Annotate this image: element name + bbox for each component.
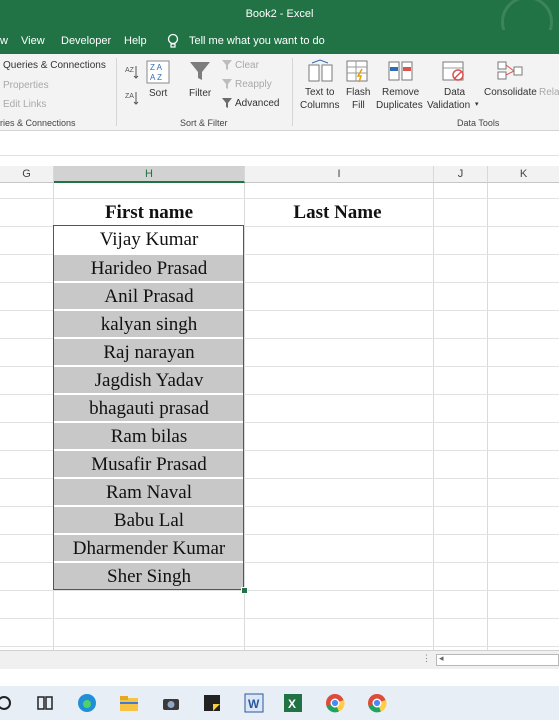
window-title: Book2 - Excel	[245, 8, 314, 20]
first-name-cell[interactable]: Jagdish Yadav	[54, 366, 244, 393]
first-name-cell[interactable]: Vijay Kumar	[54, 226, 244, 253]
tab-split-handle-icon[interactable]: ⋮	[422, 653, 431, 664]
grid-line	[0, 618, 559, 619]
filter-label[interactable]: Filter	[189, 88, 211, 99]
first-name-cell[interactable]: Raj narayan	[54, 338, 244, 365]
relationships-label[interactable]: Relat	[539, 87, 559, 98]
sort-label[interactable]: Sort	[149, 88, 167, 99]
advanced-button[interactable]: Advanced	[235, 98, 279, 109]
svg-text:A Z: A Z	[150, 73, 162, 82]
consolidate-icon[interactable]	[497, 59, 523, 86]
svg-text:AZ: AZ	[125, 67, 135, 74]
filter-funnel-icon[interactable]	[189, 60, 211, 85]
camera-app-icon[interactable]	[160, 692, 182, 714]
ribbon-separator	[292, 58, 293, 126]
formula-bar-area[interactable]	[0, 131, 559, 165]
column-header-k[interactable]: K	[488, 166, 559, 183]
column-header-h[interactable]: H	[54, 166, 245, 183]
lightbulb-icon	[166, 33, 180, 52]
divider	[0, 155, 559, 156]
advanced-filter-icon[interactable]	[222, 98, 233, 112]
reapply-button[interactable]: Reapply	[235, 79, 272, 90]
data-validation-label-2[interactable]: Validation	[427, 100, 470, 111]
sort-az-icon[interactable]: AZ	[125, 64, 139, 83]
first-name-cell[interactable]: Dharmender Kumar	[54, 534, 244, 561]
scroll-left-icon[interactable]: ◂	[439, 653, 444, 664]
text-to-columns-icon[interactable]	[308, 59, 334, 86]
text-to-columns-label-2[interactable]: Columns	[300, 100, 339, 111]
flash-fill-icon[interactable]	[346, 59, 370, 86]
first-name-cell[interactable]: Ram bilas	[54, 422, 244, 449]
taskbar: W X	[0, 686, 559, 720]
sheet-scroll-area: ⋮ ◂	[0, 650, 559, 669]
tab-help[interactable]: Help	[124, 35, 147, 47]
tell-me-search[interactable]: Tell me what you want to do	[189, 35, 325, 47]
data-validation-label-1[interactable]: Data	[444, 87, 465, 98]
svg-text:ZA: ZA	[125, 93, 134, 100]
tab-view-partial[interactable]: w	[0, 35, 8, 47]
properties-button[interactable]: Properties	[3, 80, 49, 91]
sort-za-icon[interactable]: ZA	[125, 90, 139, 109]
text-to-columns-label-1[interactable]: Text to	[305, 87, 334, 98]
ribbon-separator	[116, 58, 117, 126]
fill-handle[interactable]	[241, 587, 248, 594]
word-icon[interactable]: W	[243, 692, 265, 714]
first-name-header[interactable]: First name	[54, 202, 244, 224]
ribbon: Queries & Connections Properties Edit Li…	[0, 54, 559, 131]
flash-fill-label-1[interactable]: Flash	[346, 87, 370, 98]
clear-filter-icon[interactable]	[222, 60, 233, 74]
flash-fill-label-2[interactable]: Fill	[352, 100, 365, 111]
chrome-icon[interactable]	[324, 692, 346, 714]
svg-text:Z A: Z A	[150, 63, 163, 72]
grid-line	[0, 590, 559, 591]
search-circle-icon[interactable]	[0, 692, 18, 714]
first-name-cell[interactable]: Sher Singh	[54, 562, 244, 589]
grid-line	[0, 198, 559, 199]
edit-links-button[interactable]: Edit Links	[3, 99, 46, 110]
file-explorer-icon[interactable]	[118, 692, 140, 714]
column-header-i[interactable]: I	[245, 166, 434, 183]
first-name-cell[interactable]: Babu Lal	[54, 506, 244, 533]
remove-duplicates-label-2[interactable]: Duplicates	[376, 100, 423, 111]
remove-duplicates-icon[interactable]	[388, 59, 414, 86]
consolidate-label[interactable]: Consolidate	[484, 87, 537, 98]
column-header-g[interactable]: G	[0, 166, 54, 183]
sort-dialog-icon[interactable]: Z AA Z	[146, 60, 170, 87]
chevron-down-icon[interactable]: ▾	[475, 100, 479, 108]
svg-text:X: X	[288, 697, 296, 711]
first-name-cell[interactable]: Anil Prasad	[54, 282, 244, 309]
column-header-j[interactable]: J	[434, 166, 488, 183]
edge-browser-icon[interactable]	[76, 692, 98, 714]
remove-duplicates-label-1[interactable]: Remove	[382, 87, 419, 98]
first-name-cell[interactable]: Ram Naval	[54, 478, 244, 505]
tab-developer[interactable]: Developer	[61, 35, 111, 47]
last-name-header[interactable]: Last Name	[245, 202, 430, 224]
clear-button[interactable]: Clear	[235, 60, 259, 71]
sticky-notes-icon[interactable]	[201, 692, 223, 714]
svg-text:W: W	[248, 697, 260, 711]
excel-icon[interactable]: X	[282, 692, 304, 714]
data-validation-icon[interactable]	[442, 59, 466, 86]
sort-filter-group-label: Sort & Filter	[180, 118, 228, 128]
queries-group-label: ries & Connections	[0, 118, 76, 128]
data-tools-group-label: Data Tools	[457, 118, 500, 128]
first-name-cell[interactable]: kalyan singh	[54, 310, 244, 337]
tab-view[interactable]: View	[21, 35, 45, 47]
grid-line	[0, 646, 559, 647]
queries-connections-button[interactable]: Queries & Connections	[3, 60, 106, 71]
task-view-icon[interactable]	[34, 692, 56, 714]
first-name-cell[interactable]: Harideo Prasad	[54, 254, 244, 281]
chrome-profile-icon[interactable]	[366, 692, 388, 714]
first-name-cell[interactable]: Musafir Prasad	[54, 450, 244, 477]
first-name-cell[interactable]: bhagauti prasad	[54, 394, 244, 421]
reapply-icon[interactable]	[222, 79, 233, 93]
horizontal-scrollbar[interactable]: ◂	[436, 653, 559, 666]
title-bar: Book2 - Excel	[0, 0, 559, 48]
ribbon-tabs: w View Developer Help Tell me what you w…	[0, 30, 559, 54]
